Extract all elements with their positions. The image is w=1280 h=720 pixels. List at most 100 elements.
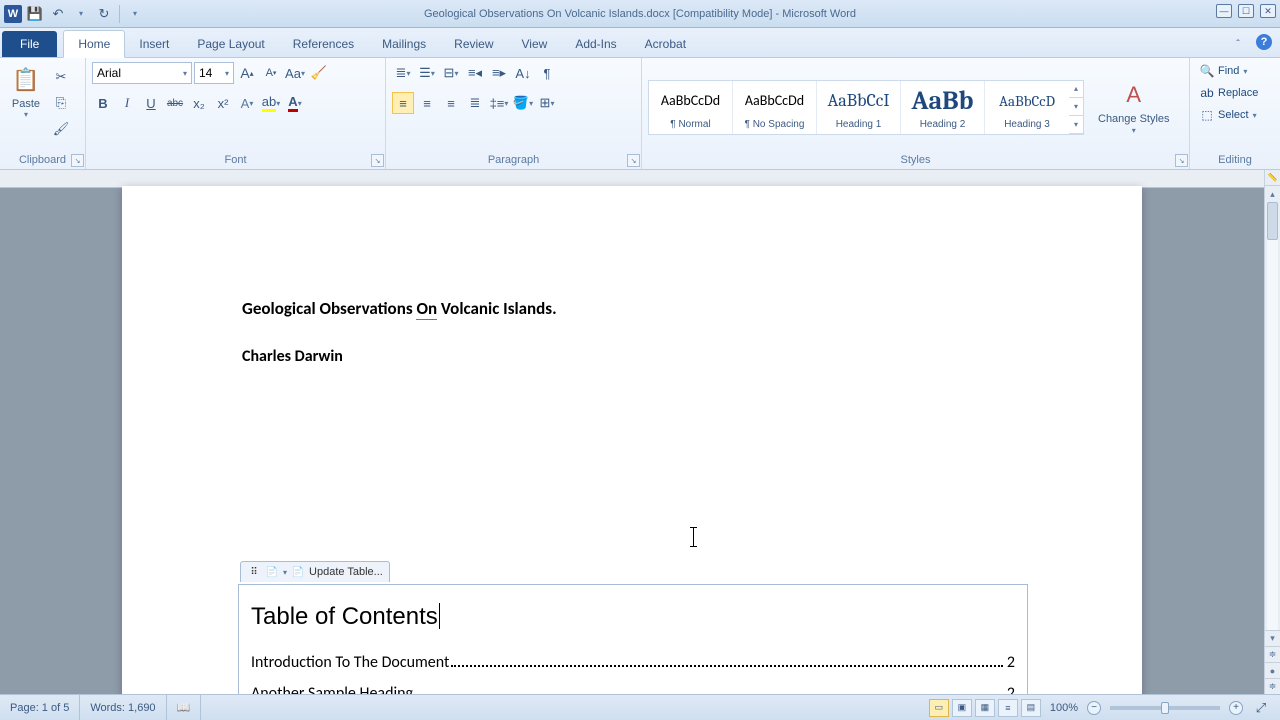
tab-references[interactable]: References (279, 31, 368, 57)
styles-dialog-launcher[interactable]: ↘ (1175, 154, 1188, 167)
text-effects-icon[interactable]: A▾ (236, 92, 258, 114)
replace-button[interactable]: abReplace (1196, 84, 1262, 102)
decrease-indent-icon[interactable]: ≡◂ (464, 62, 486, 84)
borders-icon[interactable]: ⊞▾ (536, 92, 558, 114)
qat-customize-dropdown[interactable]: ▾ (125, 4, 145, 24)
proofing-status[interactable]: 📖 (167, 695, 202, 720)
superscript-button[interactable]: x² (212, 92, 234, 114)
minimize-button[interactable]: — (1216, 4, 1232, 18)
tab-acrobat[interactable]: Acrobat (631, 31, 700, 57)
sort-icon[interactable]: A↓ (512, 62, 534, 84)
tab-home[interactable]: Home (63, 30, 125, 58)
word-count[interactable]: Words: 1,690 (80, 695, 166, 720)
shrink-font-icon[interactable]: A▾ (260, 62, 282, 84)
style-heading-3[interactable]: AaBbCcDHeading 3 (985, 81, 1069, 134)
italic-button[interactable]: I (116, 92, 138, 114)
minimize-ribbon-icon[interactable]: ˆ (1228, 34, 1248, 54)
format-painter-icon[interactable]: 🖌 (50, 118, 72, 140)
gallery-up-icon[interactable]: ▴ (1069, 81, 1083, 99)
toc-title[interactable]: Table of Contents (251, 603, 1015, 631)
font-size-selector[interactable]: 14▾ (194, 62, 234, 84)
file-tab[interactable]: File (2, 31, 57, 57)
tab-insert[interactable]: Insert (125, 31, 183, 57)
page-indicator[interactable]: Page: 1 of 5 (0, 695, 80, 720)
style-no-spacing[interactable]: AaBbCcDd¶ No Spacing (733, 81, 817, 134)
toc-options-icon[interactable]: 📄 (265, 565, 279, 579)
prev-page-icon[interactable]: ≑ (1265, 646, 1280, 662)
fit-page-icon[interactable]: ⤢ (1250, 697, 1272, 719)
underline-button[interactable]: U (140, 92, 162, 114)
draft-view-icon[interactable]: ▤ (1021, 699, 1041, 717)
highlight-color-icon[interactable]: ab▾ (260, 92, 282, 114)
style-heading-2[interactable]: AaBbHeading 2 (901, 81, 985, 134)
style-heading-1[interactable]: AaBbCcIHeading 1 (817, 81, 901, 134)
select-button[interactable]: ⬚Select ▾ (1196, 106, 1261, 124)
bold-button[interactable]: B (92, 92, 114, 114)
change-styles-button[interactable]: A Change Styles ▾ (1094, 77, 1174, 136)
zoom-in-button[interactable]: + (1229, 701, 1243, 715)
font-dialog-launcher[interactable]: ↘ (371, 154, 384, 167)
web-layout-view-icon[interactable]: ▦ (975, 699, 995, 717)
align-left-button[interactable]: ≡ (392, 92, 414, 114)
tab-add-ins[interactable]: Add-Ins (561, 31, 630, 57)
grow-font-icon[interactable]: A▴ (236, 62, 258, 84)
style-normal[interactable]: AaBbCcDd¶ Normal (649, 81, 733, 134)
justify-button[interactable]: ≣ (464, 92, 486, 114)
clear-formatting-icon[interactable]: 🧹 (308, 62, 330, 84)
toc-entry[interactable]: Introduction To The Document2 (251, 653, 1015, 672)
undo-icon[interactable]: ↶ (48, 4, 68, 24)
clipboard-dialog-launcher[interactable]: ↘ (71, 154, 84, 167)
multilevel-list-icon[interactable]: ⊟▾ (440, 62, 462, 84)
tab-review[interactable]: Review (440, 31, 507, 57)
zoom-thumb[interactable] (1161, 702, 1169, 714)
align-center-button[interactable]: ≡ (416, 92, 438, 114)
copy-icon[interactable]: ⎘ (50, 92, 72, 114)
scroll-down-icon[interactable]: ▾ (1265, 630, 1280, 646)
redo-icon[interactable]: ↻ (94, 4, 114, 24)
gallery-more-icon[interactable]: ▾ (1069, 116, 1083, 134)
bullets-icon[interactable]: ≣▾ (392, 62, 414, 84)
zoom-slider[interactable] (1110, 706, 1220, 710)
tab-page-layout[interactable]: Page Layout (183, 31, 278, 57)
font-name-selector[interactable]: Arial▾ (92, 62, 192, 84)
font-color-icon[interactable]: A▾ (284, 92, 306, 114)
outline-view-icon[interactable]: ≡ (998, 699, 1018, 717)
increase-indent-icon[interactable]: ≡▸ (488, 62, 510, 84)
numbering-icon[interactable]: ☰▾ (416, 62, 438, 84)
line-spacing-icon[interactable]: ‡≡▾ (488, 92, 510, 114)
browse-object-icon[interactable]: ● (1265, 662, 1280, 678)
zoom-out-button[interactable]: − (1087, 701, 1101, 715)
print-layout-view-icon[interactable]: ▭ (929, 699, 949, 717)
shading-icon[interactable]: 🪣▾ (512, 92, 534, 114)
next-page-icon[interactable]: ≑ (1265, 678, 1280, 694)
find-button[interactable]: 🔍Find ▾ (1196, 62, 1251, 80)
zoom-level[interactable]: 100% (1050, 702, 1078, 714)
toc-handle-icon[interactable]: ⠿ (247, 565, 261, 579)
tab-mailings[interactable]: Mailings (368, 31, 440, 57)
save-icon[interactable]: 💾 (25, 4, 45, 24)
qat-undo-dropdown[interactable]: ▾ (71, 4, 91, 24)
scroll-up-icon[interactable]: ▴ (1265, 186, 1280, 202)
paragraph-dialog-launcher[interactable]: ↘ (627, 154, 640, 167)
close-button[interactable]: ✕ (1260, 4, 1276, 18)
full-screen-view-icon[interactable]: ▣ (952, 699, 972, 717)
toc-dropdown-icon[interactable]: ▾ (283, 568, 287, 577)
paste-button[interactable]: 📋 Paste ▾ (6, 62, 46, 121)
maximize-button[interactable]: ☐ (1238, 4, 1254, 18)
cut-icon[interactable]: ✂ (50, 66, 72, 88)
tab-view[interactable]: View (508, 31, 562, 57)
document-title[interactable]: Geological Observations On Volcanic Isla… (242, 298, 1022, 319)
scroll-thumb[interactable] (1267, 202, 1278, 240)
toc-entry[interactable]: Another Sample Heading2 (251, 684, 1015, 694)
document-author[interactable]: Charles Darwin (242, 347, 1022, 366)
table-of-contents[interactable]: Table of Contents Introduction To The Do… (238, 584, 1028, 694)
change-case-icon[interactable]: Aa▾ (284, 62, 306, 84)
word-app-icon[interactable]: W (4, 5, 22, 23)
help-icon[interactable]: ? (1256, 34, 1272, 50)
update-table-button[interactable]: Update Table... (309, 566, 383, 578)
gallery-down-icon[interactable]: ▾ (1069, 98, 1083, 116)
ruler-toggle-icon[interactable]: 📏 (1265, 170, 1280, 186)
scroll-track[interactable] (1267, 202, 1278, 630)
align-right-button[interactable]: ≡ (440, 92, 462, 114)
subscript-button[interactable]: x₂ (188, 92, 210, 114)
